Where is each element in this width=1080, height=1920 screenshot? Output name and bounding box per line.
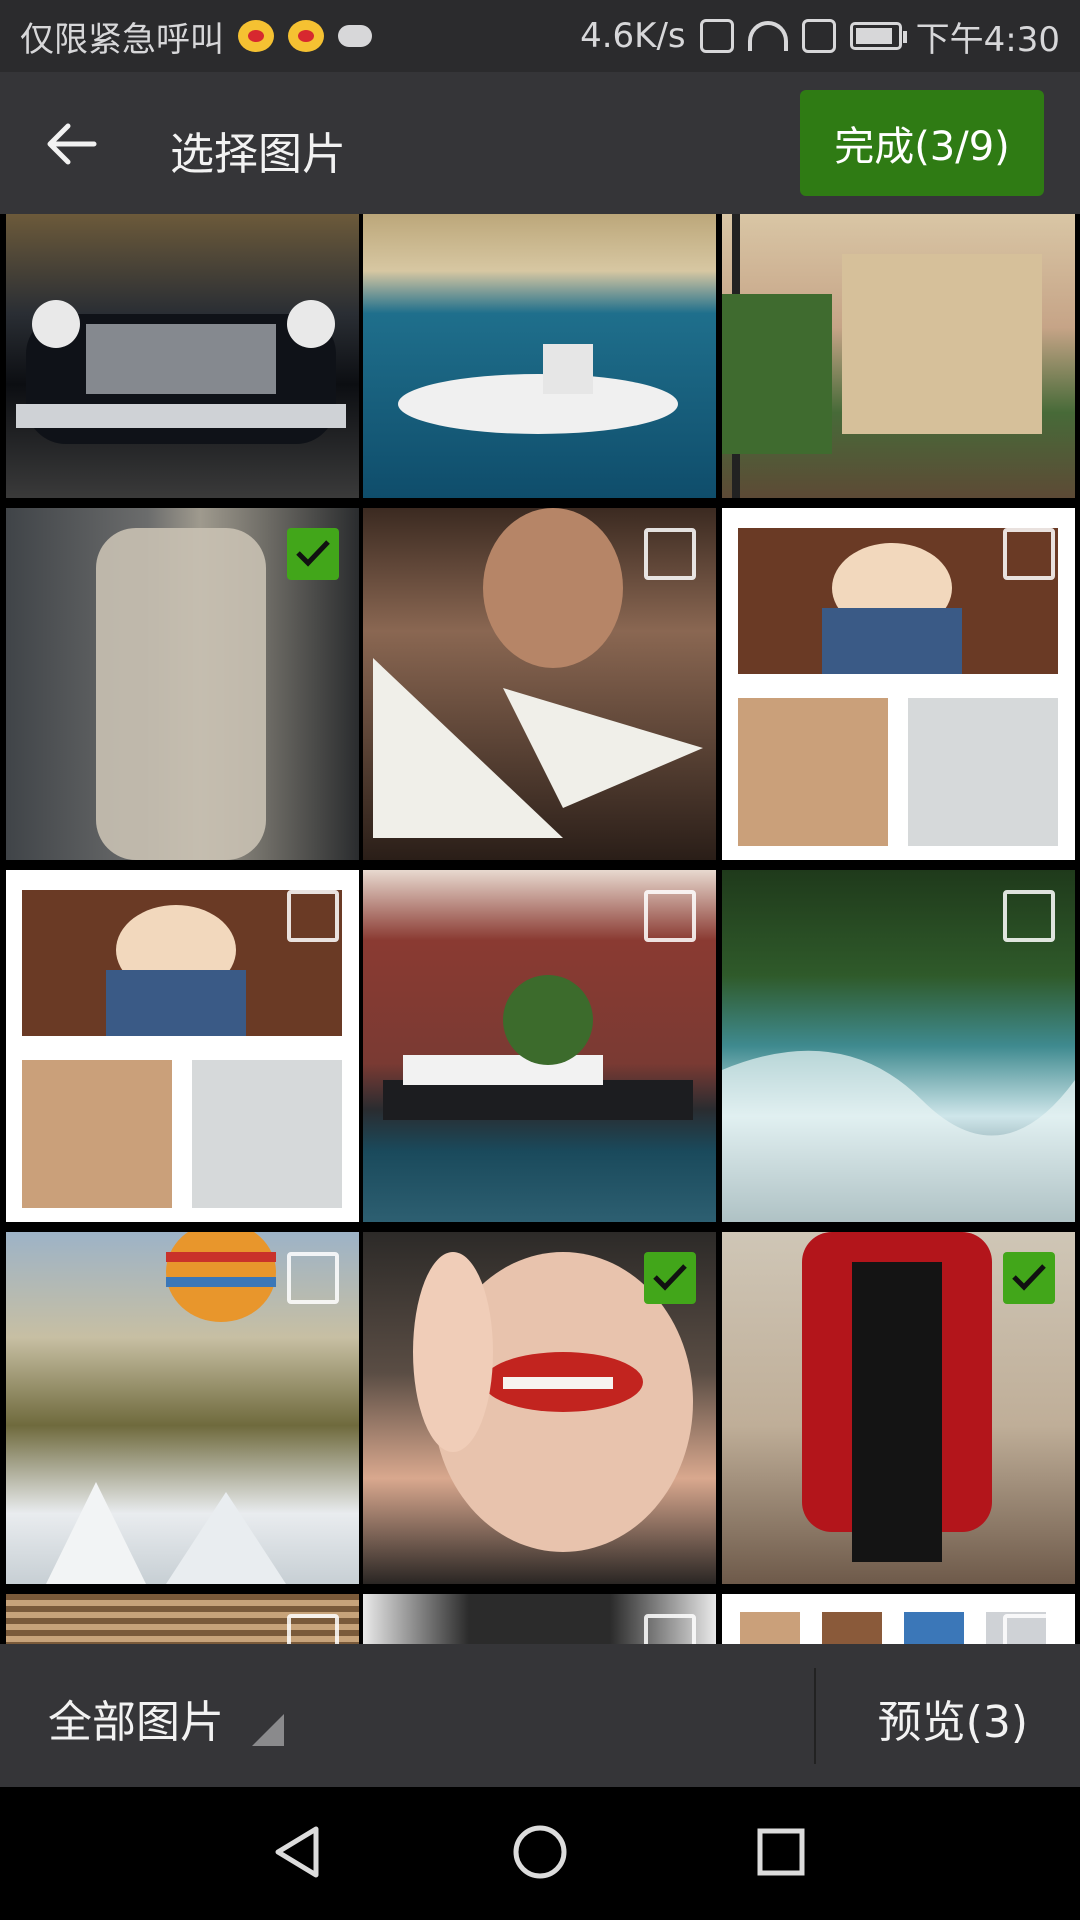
nav-recent-icon	[757, 1828, 805, 1876]
grid-image-harbor[interactable]	[363, 214, 716, 498]
preview-button[interactable]: 预览(3)	[878, 1686, 1028, 1750]
dropdown-triangle-icon	[252, 1714, 284, 1746]
grid-image-balloon[interactable]	[6, 1232, 359, 1584]
status-left: 仅限紧急呼叫	[20, 12, 372, 61]
network-speed: 4.6K/s	[580, 16, 686, 56]
car-illustration	[16, 300, 346, 444]
vibrate-icon	[699, 19, 734, 53]
nav-home-icon	[513, 1825, 567, 1879]
back-button[interactable]	[40, 112, 104, 176]
select-checkbox[interactable]	[287, 1252, 339, 1304]
select-checkbox[interactable]	[1003, 1614, 1055, 1644]
grid-image-collage-b[interactable]	[6, 870, 359, 1222]
select-checkbox[interactable]	[1003, 890, 1055, 942]
check-icon	[1012, 1264, 1046, 1291]
grid-image-man[interactable]	[363, 508, 716, 860]
grid-image-red-jacket[interactable]	[722, 1232, 1075, 1584]
album-dropdown[interactable]: 全部图片	[48, 1686, 224, 1750]
weibo-icon	[288, 20, 324, 52]
nav-back-icon	[275, 1826, 319, 1878]
nav-recent-button[interactable]	[746, 1817, 816, 1887]
grid-image-buildings[interactable]	[363, 870, 716, 1222]
wifi-icon	[747, 21, 788, 51]
divider	[814, 1668, 816, 1764]
select-checkbox[interactable]	[1003, 1252, 1055, 1304]
title-bar: 选择图片 完成(3/9)	[0, 72, 1080, 214]
select-checkbox[interactable]	[287, 1614, 339, 1644]
status-bar: 仅限紧急呼叫 4.6K/s 下午4:30	[0, 0, 1080, 72]
grid-image-collage-c[interactable]	[722, 1594, 1075, 1644]
grid-image-river[interactable]	[722, 870, 1075, 1222]
clock: 下午4:30	[915, 19, 1060, 60]
bottom-bar: 全部图片 预览(3)	[0, 1644, 1080, 1787]
battery-icon	[849, 22, 907, 50]
status-right: 4.6K/s 下午4:30	[580, 12, 1060, 61]
grid-image-blinds[interactable]	[6, 1594, 359, 1644]
select-checkbox[interactable]	[287, 890, 339, 942]
grid-image-collage-a[interactable]	[722, 508, 1075, 860]
grid-image-coat[interactable]	[6, 508, 359, 860]
image-grid	[0, 214, 1080, 1644]
back-arrow-icon	[47, 123, 97, 165]
grid-image-car[interactable]	[6, 214, 359, 498]
select-checkbox[interactable]	[644, 1252, 696, 1304]
select-checkbox[interactable]	[1003, 528, 1055, 580]
boat-illustration	[398, 344, 678, 434]
check-icon	[296, 540, 330, 567]
alert-icon	[801, 19, 836, 53]
grid-image-smile[interactable]	[363, 1232, 716, 1584]
nav-home-button[interactable]	[505, 1817, 575, 1887]
carrier-text: 仅限紧急呼叫	[20, 19, 224, 60]
street-illustration	[722, 214, 1042, 498]
select-checkbox[interactable]	[287, 528, 339, 580]
grid-image-portrait[interactable]	[363, 1594, 716, 1644]
cloud-upload-icon	[338, 25, 372, 47]
page-title: 选择图片	[170, 129, 346, 180]
select-checkbox[interactable]	[644, 528, 696, 580]
nav-back-button[interactable]	[264, 1817, 334, 1887]
navigation-bar	[0, 1787, 1080, 1920]
weibo-icon	[238, 20, 274, 52]
done-button[interactable]: 完成(3/9)	[800, 90, 1044, 196]
screen: 仅限紧急呼叫 4.6K/s 下午4:30 选择图片 完成(3/9) 全部图片 预…	[0, 0, 1080, 1920]
check-icon	[653, 1264, 687, 1291]
select-checkbox[interactable]	[644, 890, 696, 942]
select-checkbox[interactable]	[644, 1614, 696, 1644]
grid-image-street[interactable]	[722, 214, 1075, 498]
